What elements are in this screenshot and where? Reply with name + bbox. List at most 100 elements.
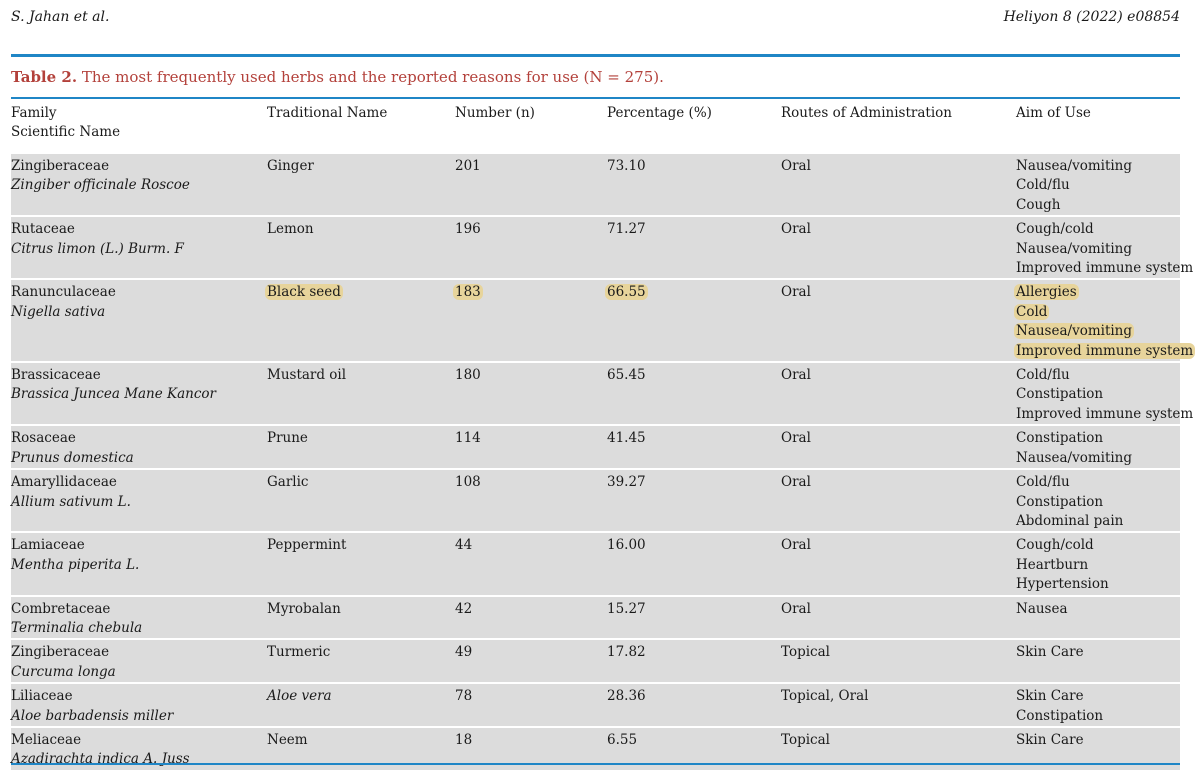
cell-aim: Cold/flu Constipation Abdominal pain [1016, 470, 1180, 532]
column-header-routes: Routes of Administration [781, 105, 952, 121]
family-name: Brassicaceae [11, 367, 101, 384]
aim-item: Skin Care [1016, 731, 1084, 748]
percentage-value: 66.55 [605, 284, 648, 301]
cell-percentage: 17.82 [607, 640, 781, 683]
aim-line: Cold/flu [1016, 176, 1180, 195]
family-name: Rutaceae [11, 221, 75, 238]
scientific-name: Prunus domestica [11, 449, 134, 466]
column-header-number: Number (n) [455, 105, 535, 121]
route-value: Oral [781, 600, 811, 617]
aim-line: Heartburn [1016, 556, 1180, 575]
herbs-table: Family Scientific Name Traditional Name … [11, 100, 1196, 770]
aim-line: Nausea/vomiting [1014, 322, 1180, 341]
cell-route: Oral [781, 363, 1016, 425]
cell-aim: Nausea [1016, 596, 1180, 639]
author-line: S. Jahan et al. [11, 9, 110, 25]
aim-line: Cold/flu [1016, 473, 1180, 492]
cell-aim: Skin Care Constipation [1016, 684, 1180, 726]
aim-line: Nausea/vomiting [1016, 157, 1180, 176]
cell-traditional: Garlic [267, 470, 455, 532]
scientific-name: Citrus limon (L.) Burm. F [11, 240, 184, 257]
scientific-name: Curcuma longa [11, 663, 116, 680]
cell-traditional: Myrobalan [267, 596, 455, 639]
aim-item: Cold [1014, 303, 1050, 320]
cell-family: Rosaceae Prunus domestica [11, 426, 267, 469]
traditional-name: Mustard oil [267, 367, 347, 384]
traditional-name: Peppermint [267, 537, 347, 554]
aim-line: Skin Care [1016, 643, 1180, 662]
percentage-value: 15.27 [607, 600, 646, 617]
traditional-name: Black seed [265, 284, 343, 301]
cell-route: Oral [781, 217, 1016, 279]
cell-family: Zingiberaceae Zingiber officinale Roscoe [11, 154, 267, 216]
aim-line: Improved immune system [1016, 259, 1193, 278]
number-value: 18 [455, 731, 473, 748]
cell-family: Combretaceae Terminalia chebula [11, 596, 267, 639]
cell-route: Oral [781, 596, 1016, 639]
aim-item: Cough [1016, 196, 1061, 213]
percentage-value: 16.00 [607, 537, 646, 554]
cell-route: Oral [781, 533, 1016, 595]
table-row: Combretaceae Terminalia chebula Myrobalan 4… [11, 596, 1180, 639]
aim-item: Cold/flu [1016, 177, 1070, 194]
table-caption-label: Table 2. [11, 68, 78, 86]
aim-item: Nausea/vomiting [1016, 158, 1133, 174]
cell-traditional: Black seed [265, 280, 455, 362]
cell-traditional: Aloe vera [267, 684, 455, 726]
cell-percentage: 41.45 [607, 426, 781, 469]
cell-number: 114 [455, 426, 607, 469]
route-value: Oral [781, 430, 811, 447]
cell-route: Topical [781, 640, 1016, 683]
traditional-name: Lemon [267, 221, 314, 238]
traditional-name: Garlic [267, 474, 309, 491]
aim-item: Constipation [1016, 386, 1104, 403]
cell-percentage: 71.27 [607, 217, 781, 279]
number-value: 180 [455, 367, 481, 384]
family-name: Combretaceae [11, 600, 111, 617]
cell-number: 42 [455, 596, 607, 639]
number-value: 108 [455, 474, 481, 491]
aim-line: Nausea/vomiting [1016, 240, 1180, 259]
number-value: 78 [455, 688, 473, 705]
aim-line: Cough [1016, 196, 1180, 215]
aim-line: Constipation [1016, 493, 1180, 512]
aim-line: Constipation [1016, 429, 1180, 448]
cell-percentage: 66.55 [605, 280, 781, 362]
route-value: Oral [781, 474, 811, 491]
percentage-value: 71.27 [607, 221, 646, 238]
route-value: Topical [781, 644, 830, 661]
aim-line: Cough/cold [1016, 536, 1180, 555]
route-value: Topical [781, 731, 830, 748]
percentage-value: 39.27 [607, 474, 646, 491]
cell-traditional: Prune [267, 426, 455, 469]
aim-item: Improved immune system [1016, 405, 1194, 422]
cell-percentage: 16.00 [607, 533, 781, 595]
percentage-value: 41.45 [607, 430, 646, 447]
cell-number: 183 [453, 280, 607, 362]
aim-line: Improved immune system [1016, 405, 1193, 424]
aim-item: Heartburn [1016, 556, 1089, 573]
running-head: S. Jahan et al. Heliyon 8 (2022) e08854 [11, 9, 1189, 29]
number-value: 42 [455, 600, 473, 617]
route-value: Oral [781, 221, 811, 238]
aim-item: Cough/cold [1016, 537, 1094, 554]
cell-family: Amaryllidaceae Allium sativum L. [11, 470, 267, 532]
percentage-value: 73.10 [607, 158, 646, 174]
scientific-name: Mentha piperita L. [11, 556, 140, 573]
percentage-value: 17.82 [607, 644, 646, 661]
cell-number: 44 [455, 533, 607, 595]
cell-family: Ranunculaceae Nigella sativa [11, 280, 267, 362]
top-rule [11, 54, 1180, 57]
aim-line: Abdominal pain [1016, 512, 1180, 531]
column-header-traditional: Traditional Name [267, 105, 388, 121]
table-caption-text: The most frequently used herbs and the r… [81, 68, 664, 86]
column-header-aim: Aim of Use [1016, 105, 1091, 121]
aim-line: Hypertension [1016, 575, 1180, 594]
route-value: Oral [781, 537, 811, 554]
table-row: Zingiberaceae Zingiber officinale Roscoe G… [11, 154, 1180, 216]
cell-traditional: Peppermint [267, 533, 455, 595]
family-name: Amaryllidaceae [11, 474, 117, 491]
cell-aim: Cough/cold Heartburn Hypertension [1016, 533, 1180, 595]
aim-item: Constipation [1016, 493, 1104, 510]
family-name: Rosaceae [11, 430, 76, 447]
